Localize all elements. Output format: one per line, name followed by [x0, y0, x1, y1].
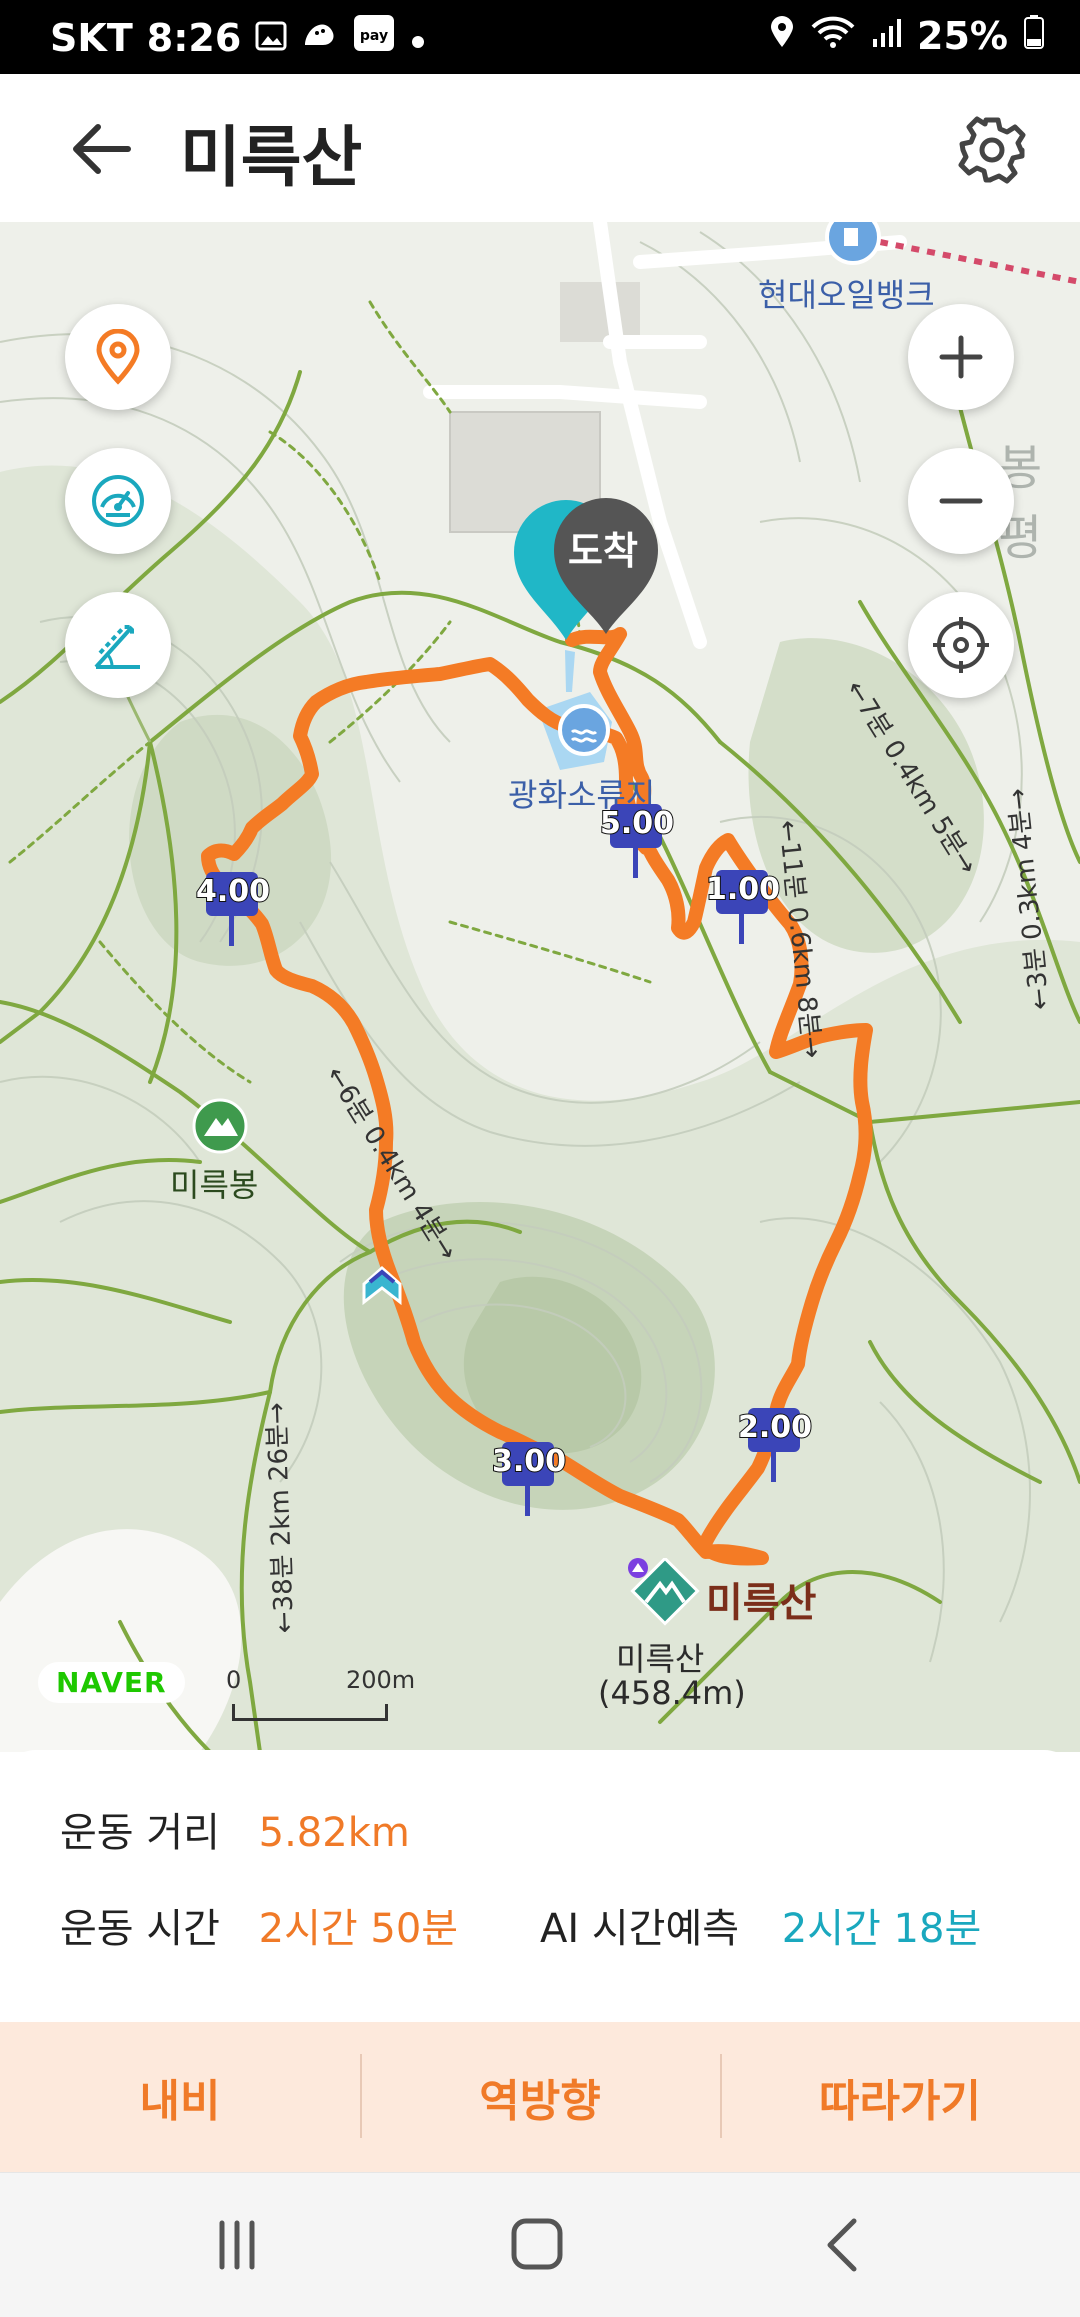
reservoir-icon [558, 704, 610, 756]
ai-prediction-row: AI 시간예측 2시간 18분 [540, 1896, 981, 1954]
naver-logo: NAVER [38, 1662, 185, 1703]
action-bar: 내비 역방향 따라가기 [0, 2022, 1080, 2172]
marker-label: 4.00 [195, 873, 271, 910]
location-pin-icon [96, 329, 140, 385]
speed-button[interactable] [65, 448, 171, 554]
status-left: SKT 8:26 pay [50, 14, 427, 61]
app-bar: 미륵산 [0, 74, 1080, 222]
pay-icon: pay [353, 14, 395, 61]
page-title: 미륵산 [180, 119, 363, 196]
scale-bar [232, 1704, 388, 1721]
arrow-left-icon [73, 124, 131, 174]
battery-percent: 25% [917, 14, 1008, 58]
gas-station-icon [825, 222, 881, 265]
poi-main-peak[interactable]: 미륵산 [706, 1570, 816, 1628]
start-direction-icon [362, 1265, 402, 1306]
my-location-pin-button[interactable] [65, 304, 171, 410]
mountain-peak-icon [192, 1098, 248, 1154]
scale-end: 200m [346, 1666, 416, 1694]
settings-button[interactable] [952, 110, 1032, 190]
map-canvas[interactable] [0, 222, 1080, 1752]
distance-label: 운동 거리 [60, 1810, 220, 1856]
signal-icon [871, 14, 902, 58]
system-nav-bar [0, 2172, 1080, 2317]
dot-icon [409, 16, 427, 60]
navi-button[interactable]: 내비 [0, 2022, 360, 2172]
location-icon [769, 14, 795, 58]
back-button[interactable] [62, 114, 142, 184]
battery-icon [1024, 14, 1044, 58]
km-marker-1[interactable]: 1.00 [705, 870, 781, 946]
workout-summary: 운동 거리 5.82km 운동 시간 2시간 50분 AI 시간예측 2시간 1… [0, 1750, 1080, 2022]
pay-label: pay [360, 28, 388, 44]
km-marker-3[interactable]: 3.00 [491, 1442, 567, 1518]
status-bar: SKT 8:26 pay 25% [0, 0, 1080, 74]
poi-left-peak[interactable]: 미륵봉 [170, 1160, 258, 1206]
marker-label: 1.00 [705, 871, 781, 908]
gear-icon [958, 116, 1026, 184]
time-row: 운동 시간 2시간 50분 [60, 1896, 458, 1954]
follow-button[interactable]: 따라가기 [720, 2022, 1080, 2172]
marker-label: 5.00 [599, 805, 675, 842]
back-nav-icon[interactable] [808, 2213, 878, 2277]
shoe-icon [301, 16, 339, 60]
recent-apps-icon[interactable] [202, 2213, 272, 2277]
clock: 8:26 [146, 15, 242, 60]
ai-label: AI 시간예측 [540, 1906, 740, 1952]
zoom-in-icon [939, 335, 983, 379]
time-label: 운동 시간 [60, 1906, 220, 1952]
map-scale: 0 200m [222, 1666, 415, 1726]
summit-elevation: (458.4m) [598, 1674, 746, 1712]
home-icon[interactable] [502, 2213, 572, 2277]
km-marker-5[interactable]: 5.00 [599, 804, 675, 880]
ai-value: 2시간 18분 [781, 1906, 982, 1952]
crosshair-icon [933, 617, 989, 673]
marker-label: 3.00 [491, 1443, 567, 1480]
distance-row: 운동 거리 5.82km [60, 1800, 410, 1858]
zoom-out-icon [939, 498, 983, 504]
marker-label: 2.00 [737, 1409, 813, 1446]
carrier-label: SKT [50, 15, 133, 60]
distance-value: 5.82km [258, 1810, 410, 1856]
map-view[interactable]: 현대오일뱅크 봉평 광화소류지 미륵봉 미륵산 미륵산 (458.4m) ←7분… [0, 222, 1080, 1752]
km-marker-2[interactable]: 2.00 [737, 1408, 813, 1484]
scale-start: 0 [226, 1666, 242, 1694]
finish-pin-label: 도착 [568, 529, 638, 573]
zoom-out-button[interactable] [908, 448, 1014, 554]
km-marker-4[interactable]: 4.00 [195, 872, 271, 948]
speedometer-icon [92, 475, 144, 527]
poi-gas-station[interactable]: 현대오일뱅크 [758, 270, 935, 316]
current-location-button[interactable] [908, 592, 1014, 698]
time-value: 2시간 50분 [258, 1906, 459, 1952]
slope-icon [94, 625, 140, 669]
gallery-icon [255, 16, 287, 60]
status-right: 25% [769, 14, 1044, 58]
reverse-button[interactable]: 역방향 [360, 2022, 720, 2172]
zoom-in-button[interactable] [908, 304, 1014, 410]
slope-button[interactable] [65, 592, 171, 698]
summit-badge-icon [628, 1558, 648, 1578]
wifi-icon [811, 14, 855, 58]
